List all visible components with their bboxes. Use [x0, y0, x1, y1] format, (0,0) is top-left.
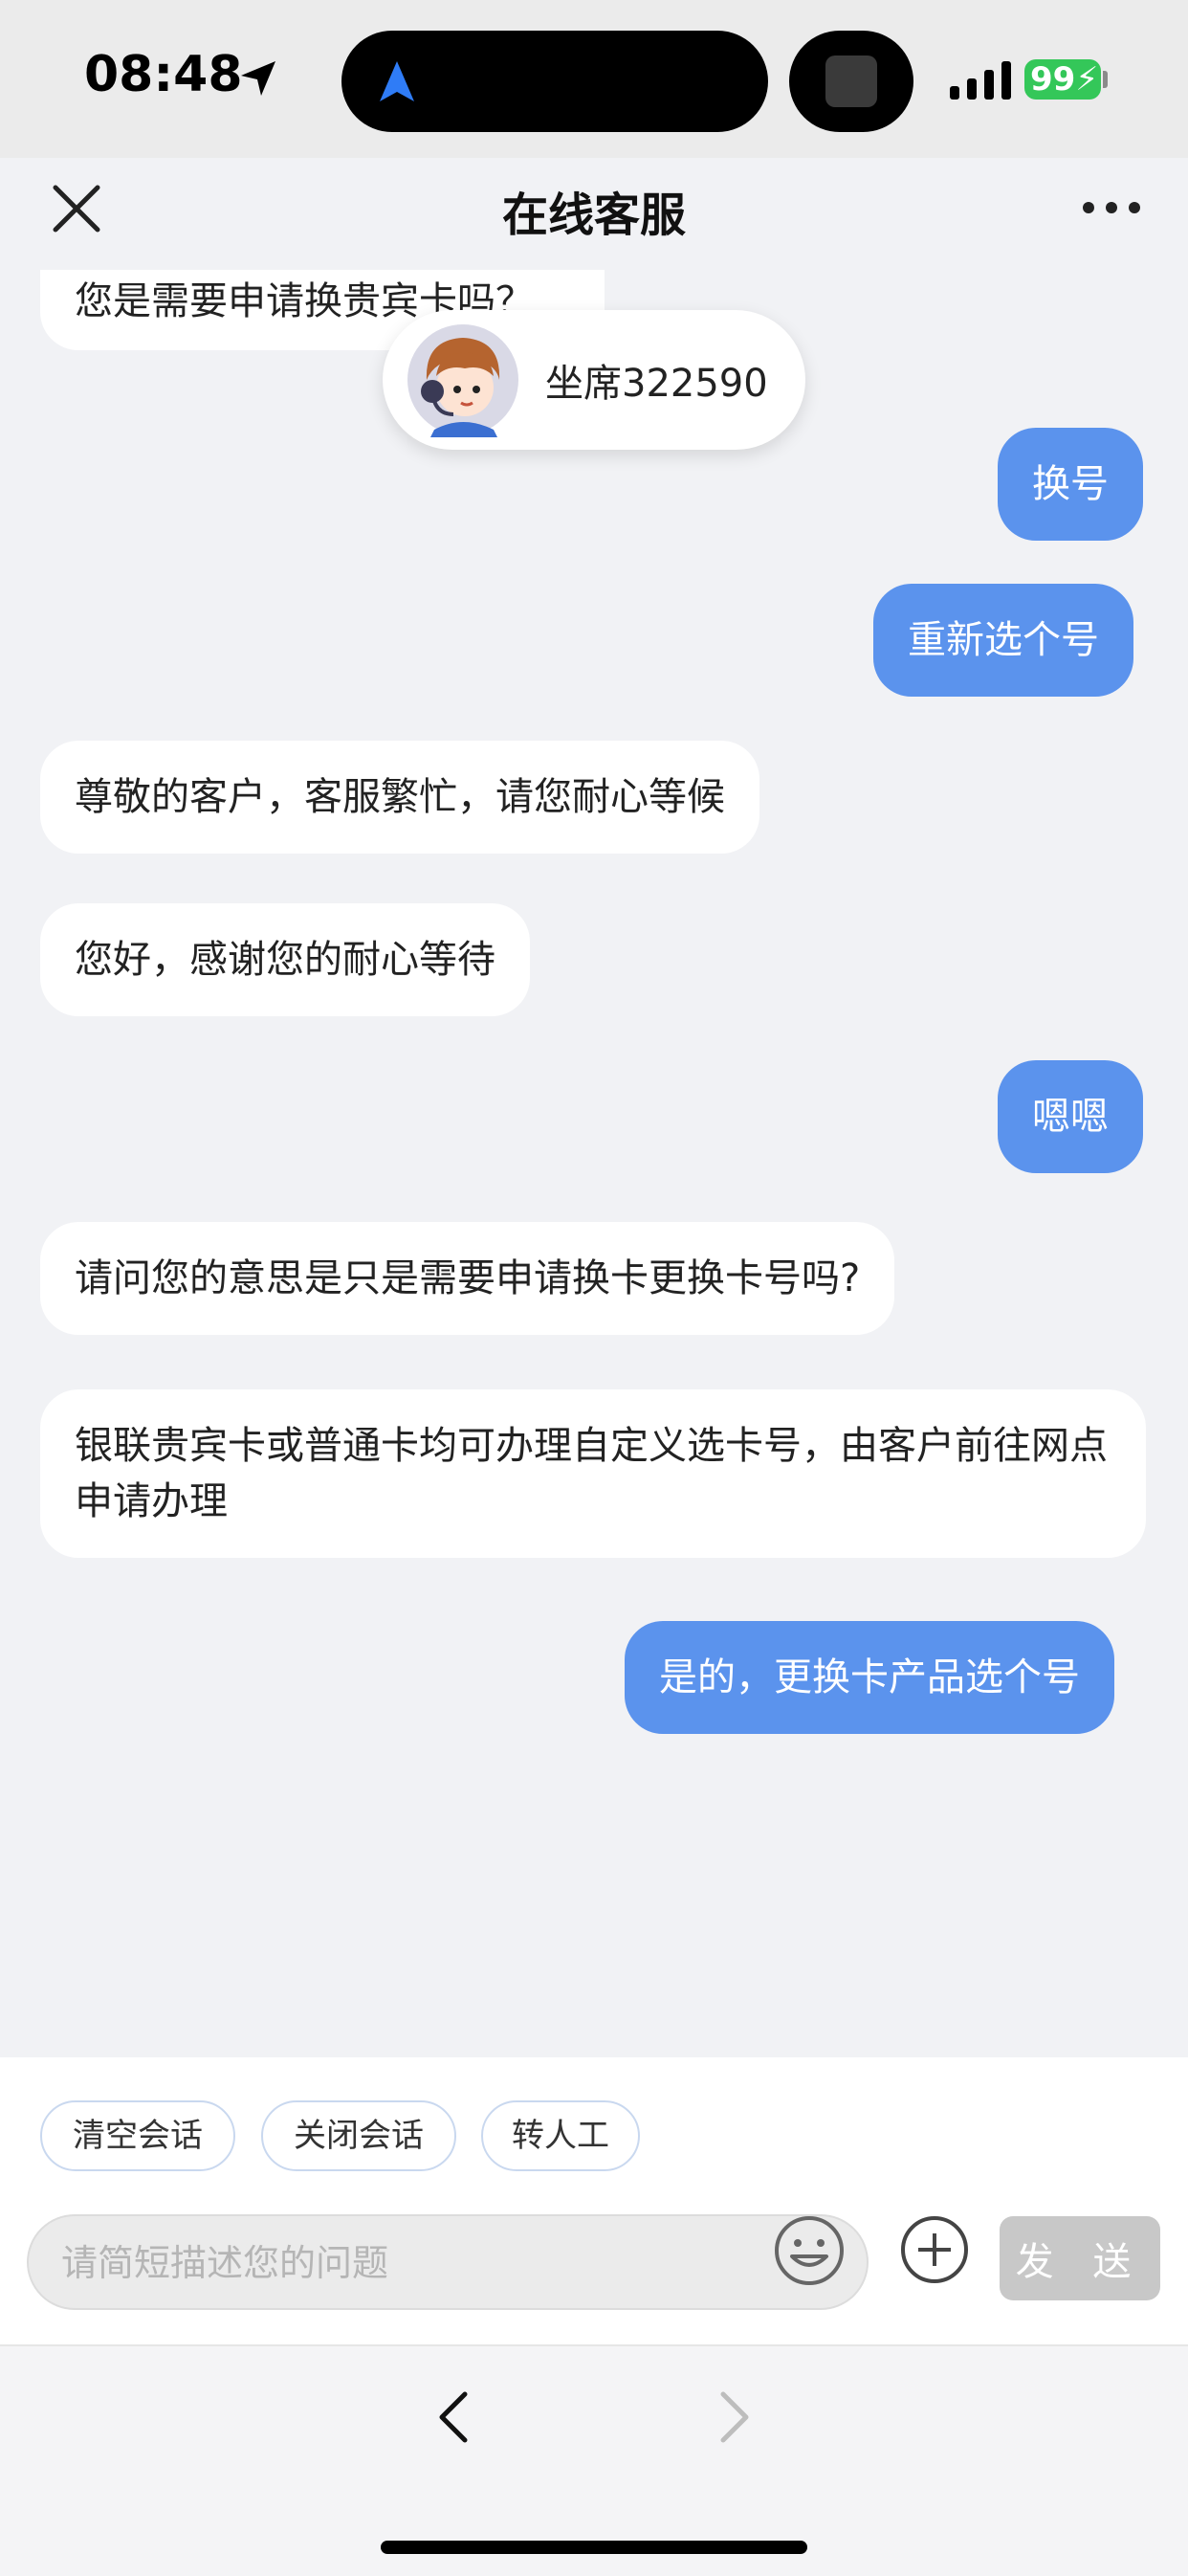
- page-title: 在线客服: [501, 189, 686, 242]
- status-time: 08:48: [84, 46, 243, 103]
- clear-chat-button[interactable]: 清空会话: [40, 2100, 235, 2171]
- agent-badge: 坐席322590: [383, 310, 805, 450]
- chat-area[interactable]: 您是需要申请换贵宾卡吗？ 坐席322590 换号 重新选个号 尊敬的客户，客服繁…: [0, 270, 1188, 2057]
- location-arrow-icon: [241, 61, 275, 96]
- navigation-icon: [380, 61, 414, 101]
- forward-icon[interactable]: [710, 2388, 758, 2446]
- plus-icon[interactable]: [899, 2214, 970, 2285]
- more-icon[interactable]: [1079, 193, 1144, 222]
- emoji-icon[interactable]: [773, 2214, 846, 2287]
- transfer-human-button[interactable]: 转人工: [481, 2100, 640, 2171]
- message-input[interactable]: [61, 2237, 750, 2289]
- charging-bolt-icon: ⚡: [1075, 60, 1099, 99]
- message-bubble: 银联贵宾卡或普通卡均可办理自定义选卡号，由客户前往网点申请办理: [40, 1389, 1146, 1558]
- message-bubble: 换号: [998, 428, 1143, 541]
- message-bubble: 是的，更换卡产品选个号: [625, 1621, 1114, 1734]
- agent-avatar-icon: [407, 324, 518, 437]
- live-activity-thumbnail: [825, 56, 877, 107]
- home-indicator: [381, 2541, 807, 2554]
- back-icon[interactable]: [430, 2388, 478, 2446]
- message-bubble: 尊敬的客户，客服繁忙，请您耐心等候: [40, 741, 759, 854]
- message-input-container: [27, 2214, 869, 2310]
- agent-name: 坐席322590: [545, 362, 768, 406]
- battery-level: 99: [1030, 60, 1076, 99]
- battery-cap: [1103, 71, 1108, 88]
- message-bubble: 请问您的意思是只是需要申请换卡更换卡号吗?: [40, 1222, 895, 1335]
- live-activity: [789, 31, 913, 132]
- close-chat-button[interactable]: 关闭会话: [261, 2100, 456, 2171]
- send-button[interactable]: 发 送: [1000, 2216, 1160, 2300]
- battery-indicator: 99⚡: [1024, 59, 1101, 100]
- message-bubble: 您好，感谢您的耐心等待: [40, 903, 530, 1016]
- signal-icon: [950, 61, 1011, 100]
- message-bubble: 嗯嗯: [998, 1060, 1143, 1173]
- message-bubble: 重新选个号: [873, 584, 1133, 697]
